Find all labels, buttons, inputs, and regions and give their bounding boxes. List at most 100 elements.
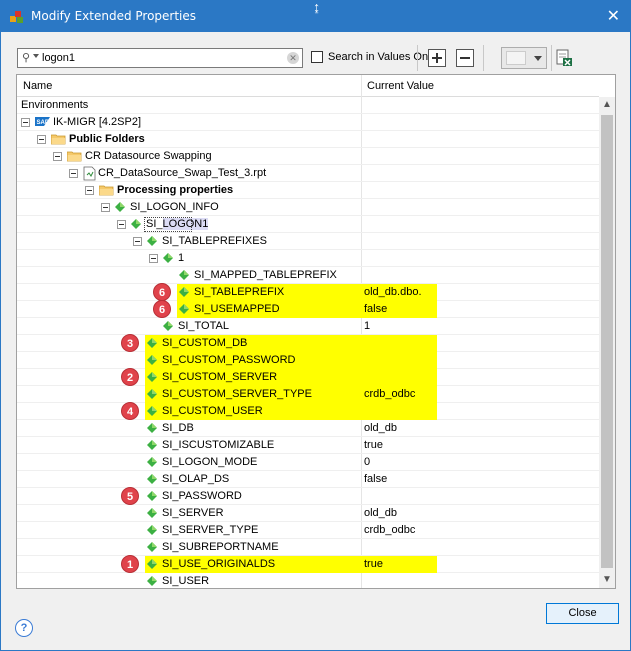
row-value[interactable]: old_db.dbo. xyxy=(364,286,422,298)
property-icon xyxy=(147,338,157,348)
search-input[interactable] xyxy=(42,50,278,66)
tree-row[interactable]: 1 xyxy=(17,250,599,267)
title-bar[interactable]: Modify Extended Properties ↨ ✕ xyxy=(1,0,630,32)
row-name-text: SI_ISCUSTOMIZABLE xyxy=(162,439,275,451)
row-name: SI_SUBREPORTNAME xyxy=(162,541,279,553)
row-name: SI_DB xyxy=(162,422,194,434)
column-header-name[interactable]: Name xyxy=(23,80,52,92)
collapse-toggle-icon[interactable] xyxy=(85,186,94,195)
property-icon xyxy=(147,491,157,501)
row-name: SI_ISCUSTOMIZABLE xyxy=(162,439,274,451)
export-excel-icon[interactable] xyxy=(555,49,573,67)
tree-row[interactable]: SAP IK-MIGR [4.2SP2] xyxy=(17,114,599,131)
tree-row[interactable]: CR Datasource Swapping xyxy=(17,148,599,165)
tree-row[interactable]: SI_CUSTOM_USER 4 xyxy=(17,402,599,420)
collapse-toggle-icon[interactable] xyxy=(69,169,78,178)
row-name-text: SI_TOTAL xyxy=(178,320,229,332)
row-value[interactable]: 1 xyxy=(364,320,370,332)
tree-row[interactable]: Processing properties xyxy=(17,182,599,199)
property-icon xyxy=(115,202,125,212)
clear-search-icon[interactable]: ✕ xyxy=(287,52,299,64)
property-icon xyxy=(147,474,157,484)
tree-row[interactable]: SI_SERVER old_db xyxy=(17,505,599,522)
collapse-toggle-icon[interactable] xyxy=(133,237,142,246)
tree-row[interactable]: SI_TABLEPREFIXES xyxy=(17,233,599,250)
collapse-toggle-icon[interactable] xyxy=(37,135,46,144)
step-number-badge: 6 xyxy=(153,300,171,318)
tree-row[interactable]: SI_USE_ORIGINALDS true 1 xyxy=(17,555,599,573)
sap-icon: SAP xyxy=(35,117,50,126)
collapse-all-button[interactable] xyxy=(456,49,474,67)
collapse-toggle-icon[interactable] xyxy=(21,118,30,127)
step-number-badge: 5 xyxy=(121,487,139,505)
tree-row[interactable]: CR_DataSource_Swap_Test_3.rpt xyxy=(17,165,599,182)
property-icon xyxy=(147,525,157,535)
tree-row[interactable]: SI_PASSWORD 5 xyxy=(17,487,599,505)
collapse-toggle-icon[interactable] xyxy=(149,254,158,263)
tree-row[interactable]: SI_CUSTOM_PASSWORD xyxy=(17,352,599,369)
scrollbar-thumb[interactable] xyxy=(601,115,613,568)
window-close-button[interactable]: ✕ xyxy=(607,6,620,26)
row-value[interactable]: old_db xyxy=(364,422,397,434)
tree-row[interactable]: SI_LOGON_MODE 0 xyxy=(17,454,599,471)
expand-all-button[interactable] xyxy=(428,49,446,67)
tree-row[interactable]: SI_ISCUSTOMIZABLE true xyxy=(17,437,599,454)
row-name: SI_TABLEPREFIXES xyxy=(162,235,267,247)
tree-row[interactable]: SI_LOGON_INFO xyxy=(17,199,599,216)
row-value[interactable]: old_db xyxy=(364,507,397,519)
step-number-badge: 1 xyxy=(121,555,139,573)
search-box[interactable]: ⚲ ✕ xyxy=(17,48,303,68)
tree-row[interactable]: Public Folders xyxy=(17,131,599,148)
collapse-toggle-icon[interactable] xyxy=(117,220,126,229)
row-value[interactable]: crdb_odbc xyxy=(364,524,415,536)
row-value[interactable]: true xyxy=(364,439,383,451)
column-header-current-value[interactable]: Current Value xyxy=(367,80,434,92)
property-icon xyxy=(147,372,157,382)
search-icon[interactable]: ⚲ xyxy=(22,51,30,64)
tree-row[interactable]: SI_OLAP_DS false xyxy=(17,471,599,488)
row-name-text: SI_LOGON_INFO xyxy=(130,201,219,213)
scroll-down-icon[interactable]: ▼ xyxy=(599,572,615,588)
row-name-text: SI_USEMAPPED xyxy=(194,303,280,315)
row-name: SI_SERVER_TYPE xyxy=(162,524,258,536)
row-value[interactable]: false xyxy=(364,303,387,315)
row-name: SI_CUSTOM_USER xyxy=(162,405,263,417)
tree-row[interactable]: SI_CUSTOM_SERVER_TYPE crdb_odbc xyxy=(17,386,599,403)
row-value[interactable]: crdb_odbc xyxy=(364,388,415,400)
vertical-scrollbar[interactable]: ▲ ▼ xyxy=(599,97,615,588)
row-name-text: SI_LOGON_MODE xyxy=(162,456,258,468)
tree-row[interactable]: SI_TABLEPREFIX old_db.dbo. 6 xyxy=(17,283,599,301)
row-value[interactable]: 0 xyxy=(364,456,370,468)
collapse-toggle-icon[interactable] xyxy=(101,203,110,212)
property-icon xyxy=(147,236,157,246)
row-name: SI_PASSWORD xyxy=(162,490,242,502)
tree-row[interactable]: SI_SERVER_TYPE crdb_odbc xyxy=(17,522,599,539)
close-button[interactable]: Close xyxy=(546,603,619,624)
property-icon xyxy=(163,253,173,263)
tree-row[interactable]: SI_TOTAL 1 xyxy=(17,318,599,335)
toolbar-separator xyxy=(551,45,552,71)
collapse-toggle-icon[interactable] xyxy=(53,152,62,161)
tree-row[interactable]: SI_SUBREPORTNAME xyxy=(17,539,599,556)
tree-row[interactable]: SI_USER xyxy=(17,573,599,588)
search-in-values-only-checkbox[interactable] xyxy=(311,51,323,63)
color-swatch xyxy=(506,51,526,65)
row-value[interactable]: false xyxy=(364,473,387,485)
properties-tree-grid[interactable]: Name Current Value Environments SAP IK-MIG… xyxy=(16,74,616,589)
tree-row[interactable]: SI_DB old_db xyxy=(17,420,599,437)
row-name-text: Public Folders xyxy=(69,133,145,145)
tree-row[interactable]: Environments xyxy=(17,97,599,114)
tree-row[interactable]: SI_MAPPED_TABLEPREFIX xyxy=(17,267,599,284)
search-options-dropdown-icon[interactable] xyxy=(33,54,39,58)
tree-row[interactable]: SI_CUSTOM_DB 3 xyxy=(17,334,599,352)
color-picker-dropdown[interactable] xyxy=(501,47,547,69)
scroll-up-icon[interactable]: ▲ xyxy=(599,97,615,113)
tree-row[interactable]: SI_LOGON1 xyxy=(17,216,599,233)
help-icon[interactable]: ? xyxy=(15,619,33,637)
row-name: 1 xyxy=(178,252,184,264)
tree-row[interactable]: SI_CUSTOM_SERVER 2 xyxy=(17,368,599,386)
property-icon xyxy=(179,287,189,297)
row-value[interactable]: true xyxy=(364,558,383,570)
tree-row[interactable]: SI_USEMAPPED false 6 xyxy=(17,300,599,318)
step-number-badge: 6 xyxy=(153,283,171,301)
